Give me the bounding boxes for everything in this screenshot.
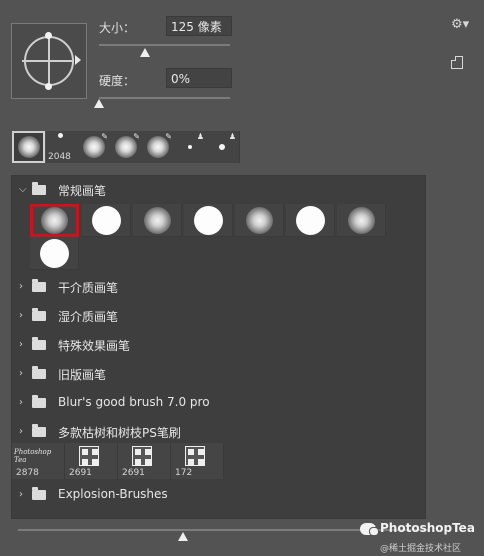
size-slider-track[interactable] [99, 44, 230, 46]
chevron-right-icon[interactable]: › [19, 310, 23, 321]
roundness-handle-bottom[interactable] [45, 83, 52, 90]
wechat-icon [360, 522, 379, 536]
angle-arrow-icon[interactable] [75, 55, 81, 65]
folder-icon [32, 337, 46, 350]
watermark: PhotoshopTea [360, 521, 475, 536]
folder-icon [32, 395, 46, 408]
chevron-right-icon[interactable]: › [19, 426, 23, 437]
recent-brush-small-dot[interactable]: ♟ [174, 131, 208, 163]
hardness-slider-thumb[interactable] [94, 99, 104, 108]
stamp-icon: ♟ [228, 132, 236, 141]
new-preset-icon[interactable] [451, 56, 463, 69]
brush-count: 2691 [69, 468, 92, 478]
qr-code-icon [132, 446, 152, 466]
group-name: 特殊效果画笔 [58, 339, 131, 353]
pen-pressure-icon: ✎ [133, 132, 140, 141]
brush-soft-round-selected[interactable] [30, 204, 79, 237]
hardness-slider-track[interactable] [99, 97, 230, 99]
watermark-name: PhotoshopTea [380, 521, 475, 535]
watermark-sub: @稀土掘金技术社区 [380, 544, 462, 554]
brush-preset-panel: 大小： 125 像素 硬度： 0% ⚙▾ 2048 ✎ ✎ ✎ ♟ ♟ ⌵ 常规… [0, 0, 484, 556]
thumbnail-size-slider-thumb[interactable] [178, 532, 188, 541]
recent-brush-soft-pen[interactable]: ✎ [78, 131, 112, 163]
group-general-brushes[interactable]: ⌵ 常规画笔 [12, 176, 425, 204]
brush-count: 2878 [16, 468, 39, 478]
group-name: Blur's good brush 7.0 pro [58, 395, 210, 409]
group-name: 旧版画笔 [58, 368, 107, 382]
chevron-right-icon[interactable]: › [19, 368, 23, 379]
custom-brush-script[interactable]: Photoshop Tea 2878 [12, 443, 65, 479]
brush-hard-round[interactable] [286, 204, 335, 237]
group-explosion-brushes[interactable]: › Explosion-Brushes [12, 481, 425, 509]
brush-soft-round[interactable] [235, 204, 284, 237]
chevron-right-icon[interactable]: › [19, 489, 23, 500]
chevron-right-icon[interactable]: › [19, 397, 23, 408]
chevron-right-icon[interactable]: › [19, 339, 23, 350]
general-brushes-grid [18, 204, 394, 270]
hardness-label: 硬度： [99, 74, 136, 88]
group-name: Explosion-Brushes [58, 487, 168, 501]
custom-brush-symbol[interactable]: 172 [171, 443, 224, 479]
folder-icon [32, 487, 46, 500]
group-name: 湿介质画笔 [58, 310, 119, 324]
folder-icon [32, 182, 46, 195]
recent-brush-scatter[interactable]: 2048 [46, 131, 80, 163]
size-label: 大小： [99, 21, 136, 35]
pen-pressure-icon: ✎ [165, 132, 172, 141]
recent-brush-soft-pen[interactable]: ✎ [110, 131, 144, 163]
group-name: 常规画笔 [58, 184, 107, 198]
group-legacy[interactable]: › 旧版画笔 [12, 360, 425, 388]
group-name: 干介质画笔 [58, 281, 119, 295]
size-input[interactable]: 125 像素 [166, 16, 232, 36]
size-slider-thumb[interactable] [139, 48, 150, 57]
folder-icon [32, 308, 46, 321]
group-dry-media[interactable]: › 干介质画笔 [12, 273, 425, 301]
brush-count: 2691 [122, 468, 145, 478]
gear-icon[interactable]: ⚙▾ [451, 17, 469, 32]
brush-hard-round[interactable] [184, 204, 233, 237]
folder-icon [32, 424, 46, 437]
custom-brush-qr[interactable]: 2691 [118, 443, 171, 479]
recent-brush-soft[interactable] [12, 131, 45, 163]
group-trees-branches[interactable]: › 多款枯树和树枝PS笔刷 [12, 418, 425, 446]
recent-brush-small-dot[interactable]: ♟ [206, 131, 240, 163]
recent-brush-count: 2048 [48, 152, 71, 162]
symbol-icon [185, 446, 205, 466]
brush-script-label: Photoshop Tea [14, 448, 52, 464]
group-wet-media[interactable]: › 湿介质画笔 [12, 302, 425, 330]
qr-code-icon [79, 446, 99, 466]
group-special-effects[interactable]: › 特殊效果画笔 [12, 331, 425, 359]
folder-icon [32, 366, 46, 379]
custom-brush-qr[interactable]: 2691 [65, 443, 118, 479]
folder-icon [32, 279, 46, 292]
hardness-input[interactable]: 0% [166, 68, 232, 88]
recent-brush-soft-pen[interactable]: ✎ [142, 131, 176, 163]
brush-hard-round[interactable] [82, 204, 131, 237]
stamp-icon: ♟ [196, 132, 204, 141]
roundness-handle-top[interactable] [45, 32, 52, 39]
group-name: 多款枯树和树枝PS笔刷 [58, 426, 181, 440]
pen-pressure-icon: ✎ [101, 132, 108, 141]
chevron-down-icon[interactable]: ⌵ [19, 184, 27, 195]
chevron-right-icon[interactable]: › [19, 281, 23, 292]
group-blur-good-brush[interactable]: › Blur's good brush 7.0 pro [12, 389, 425, 417]
brush-count: 172 [175, 468, 193, 478]
brush-soft-round[interactable] [133, 204, 182, 237]
brush-angle-preview[interactable] [11, 23, 87, 99]
brush-hard-round[interactable] [30, 237, 79, 270]
roundness-axis [48, 34, 50, 86]
brush-soft-round[interactable] [337, 204, 386, 237]
